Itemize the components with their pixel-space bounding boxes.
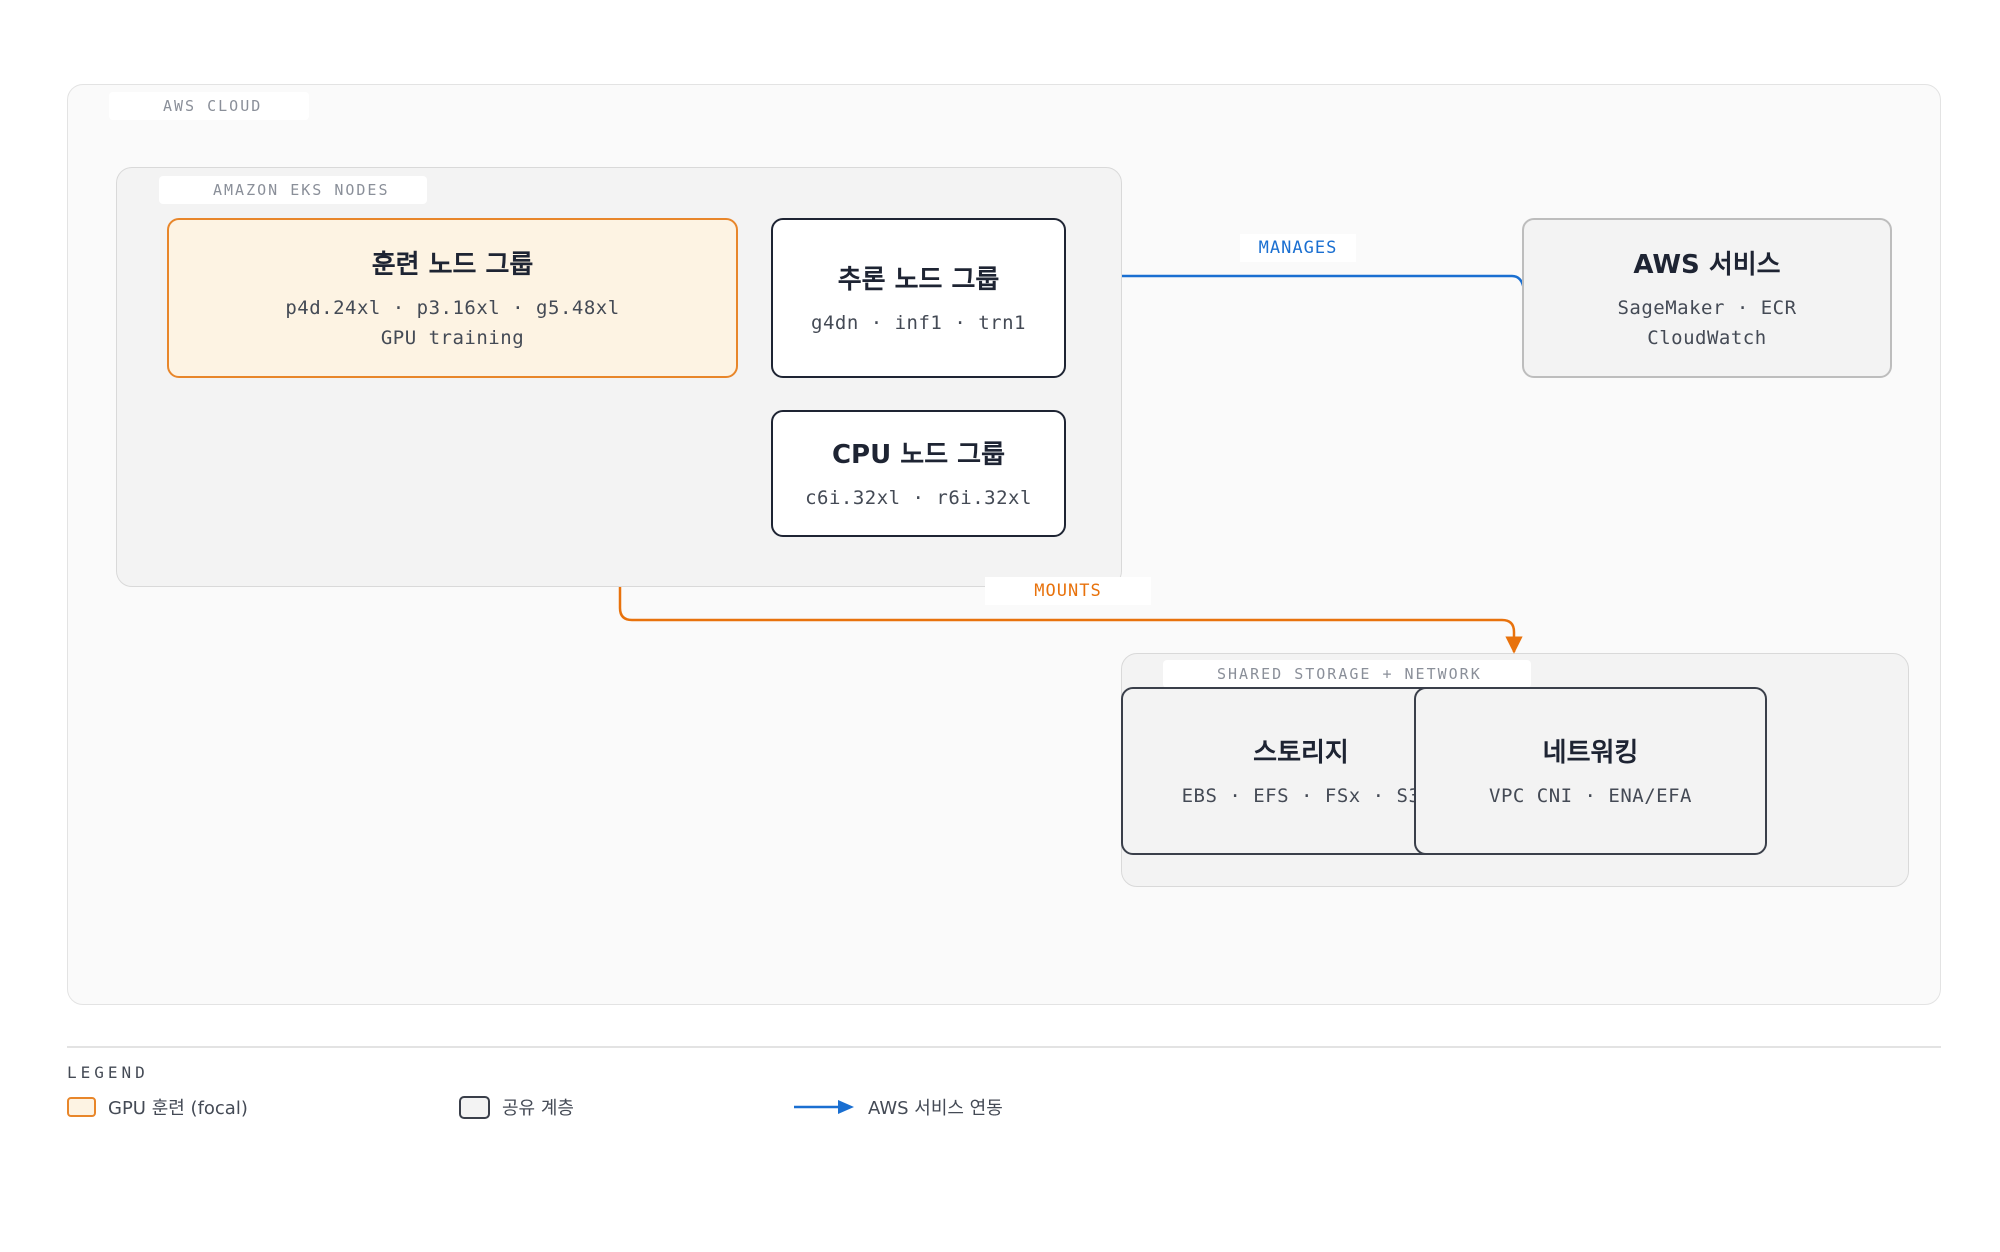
legend-item-shared: 공유 계층 — [459, 1094, 574, 1120]
training-node-instances: p4d.24xl · p3.16xl · g5.48xl — [285, 296, 620, 319]
training-node-title: 훈련 노드 그룹 — [371, 249, 534, 280]
blue-arrow-icon — [794, 1100, 854, 1114]
training-node-purpose: GPU training — [380, 326, 525, 349]
networking-node-title: 네트워킹 — [1542, 737, 1639, 768]
cpu-node-title: CPU 노드 그룹 — [831, 440, 1006, 470]
cpu-node-group[interactable]: CPU 노드 그룹 c6i.32xl · r6i.32xl — [771, 410, 1066, 537]
mounts-label: MOUNTS — [985, 577, 1151, 605]
legend-label-aws: AWS 서비스 연동 — [868, 1098, 1003, 1119]
manages-label: MANAGES — [1240, 234, 1356, 262]
storage-node-services: EBS · EFS · FSx · S3 — [1181, 784, 1421, 807]
legend-item-focal: GPU 훈련 (focal) — [67, 1094, 248, 1120]
legend-item-aws: AWS 서비스 연동 — [794, 1094, 1003, 1120]
orange-box-swatch-icon — [67, 1097, 96, 1117]
legend-divider — [67, 1046, 1941, 1048]
inference-node-instances: g4dn · inf1 · trn1 — [811, 311, 1026, 334]
legend-title: LEGEND — [67, 1063, 149, 1082]
storage-node-title: 스토리지 — [1253, 737, 1349, 768]
cpu-node-instances: c6i.32xl · r6i.32xl — [805, 487, 1032, 509]
manages-edge — [1122, 274, 1526, 291]
training-node-group[interactable]: 훈련 노드 그룹 p4d.24xl · p3.16xl · g5.48xl GP… — [167, 218, 738, 378]
inference-node-group[interactable]: 추론 노드 그룹 g4dn · inf1 · trn1 — [771, 218, 1066, 378]
aws-services-line-1: SageMaker · ECR — [1617, 296, 1797, 319]
aws-services-title: AWS 서비스 — [1633, 249, 1781, 280]
legend-label-shared: 공유 계층 — [502, 1098, 574, 1119]
gray-box-swatch-icon — [459, 1095, 490, 1119]
aws-services-line-2: CloudWatch — [1647, 326, 1767, 349]
inference-node-title: 추론 노드 그룹 — [837, 264, 1000, 295]
networking-node-services: VPC CNI · ENA/EFA — [1489, 784, 1692, 807]
aws-services-node[interactable]: AWS 서비스 SageMaker · ECR CloudWatch — [1522, 218, 1892, 378]
legend-label-focal: GPU 훈련 (focal) — [108, 1098, 248, 1119]
networking-node[interactable]: 네트워킹 VPC CNI · ENA/EFA — [1414, 687, 1767, 855]
edges-layer — [618, 274, 1526, 654]
